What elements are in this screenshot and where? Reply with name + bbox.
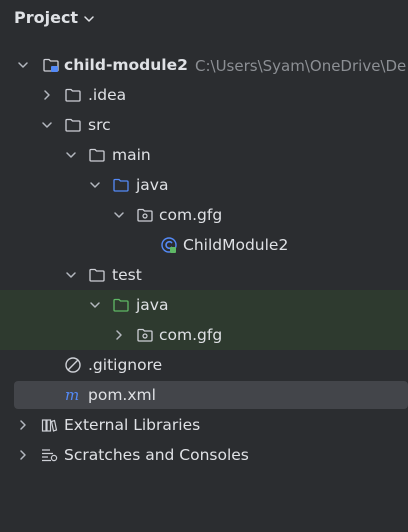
main-java-label: java <box>136 176 169 194</box>
tree-node-test[interactable]: test <box>0 260 408 290</box>
project-tree: child-module2 C:\Users\Syam\OneDrive\De … <box>0 50 408 470</box>
tree-node-test-java[interactable]: java <box>0 290 408 320</box>
chevron-down-icon[interactable] <box>64 148 78 162</box>
chevron-right-icon[interactable] <box>16 448 30 462</box>
java-class-icon <box>161 237 177 253</box>
module-path: C:\Users\Syam\OneDrive\De <box>195 57 407 75</box>
scratches-icon <box>42 449 58 462</box>
tree-node-module[interactable]: child-module2 C:\Users\Syam\OneDrive\De <box>0 50 408 80</box>
tree-node-test-package[interactable]: com.gfg <box>0 320 408 350</box>
chevron-down-icon[interactable] <box>82 12 96 26</box>
test-java-label: java <box>136 296 169 314</box>
test-package-label: com.gfg <box>159 326 223 344</box>
idea-label: .idea <box>88 86 127 104</box>
tree-node-class[interactable]: ChildModule2 <box>0 230 408 260</box>
svg-text:m: m <box>65 386 79 404</box>
tree-node-main-java[interactable]: java <box>0 170 408 200</box>
chevron-down-icon[interactable] <box>88 298 102 312</box>
chevron-down-icon[interactable] <box>88 178 102 192</box>
tree-node-main-package[interactable]: com.gfg <box>0 200 408 230</box>
pom-label: pom.xml <box>88 386 156 404</box>
folder-icon <box>89 148 105 162</box>
library-icon <box>41 419 58 432</box>
src-label: src <box>88 116 111 134</box>
tree-node-gitignore[interactable]: .gitignore <box>0 350 408 380</box>
package-icon <box>137 328 153 342</box>
test-folder-icon <box>113 298 129 312</box>
source-folder-icon <box>113 178 129 192</box>
project-panel-header: Project <box>0 0 408 40</box>
module-icon <box>43 58 59 72</box>
folder-icon <box>65 88 81 102</box>
gitignore-label: .gitignore <box>88 356 163 374</box>
scratches-label: Scratches and Consoles <box>64 446 249 464</box>
chevron-right-icon[interactable] <box>40 88 54 102</box>
tree-node-main[interactable]: main <box>0 140 408 170</box>
tree-node-src[interactable]: src <box>0 110 408 140</box>
chevron-down-icon[interactable] <box>64 268 78 282</box>
chevron-down-icon[interactable] <box>16 58 30 72</box>
main-package-label: com.gfg <box>159 206 223 224</box>
class-label: ChildModule2 <box>183 236 289 254</box>
chevron-down-icon[interactable] <box>40 118 54 132</box>
tree-node-idea[interactable]: .idea <box>0 80 408 110</box>
folder-icon <box>65 118 81 132</box>
chevron-right-icon[interactable] <box>16 418 30 432</box>
tree-node-scratches[interactable]: Scratches and Consoles <box>0 440 408 470</box>
tree-node-pom[interactable]: m pom.xml <box>0 380 408 410</box>
package-icon <box>137 208 153 222</box>
maven-icon: m <box>65 386 79 404</box>
folder-icon <box>89 268 105 282</box>
panel-title[interactable]: Project <box>14 8 78 27</box>
ignore-file-icon <box>65 357 81 373</box>
main-label: main <box>112 146 151 164</box>
chevron-down-icon[interactable] <box>112 208 126 222</box>
external-libraries-label: External Libraries <box>64 416 201 434</box>
tree-node-external-libraries[interactable]: External Libraries <box>0 410 408 440</box>
module-label: child-module2 <box>64 56 188 74</box>
chevron-right-icon[interactable] <box>112 328 126 342</box>
test-label: test <box>112 266 142 284</box>
